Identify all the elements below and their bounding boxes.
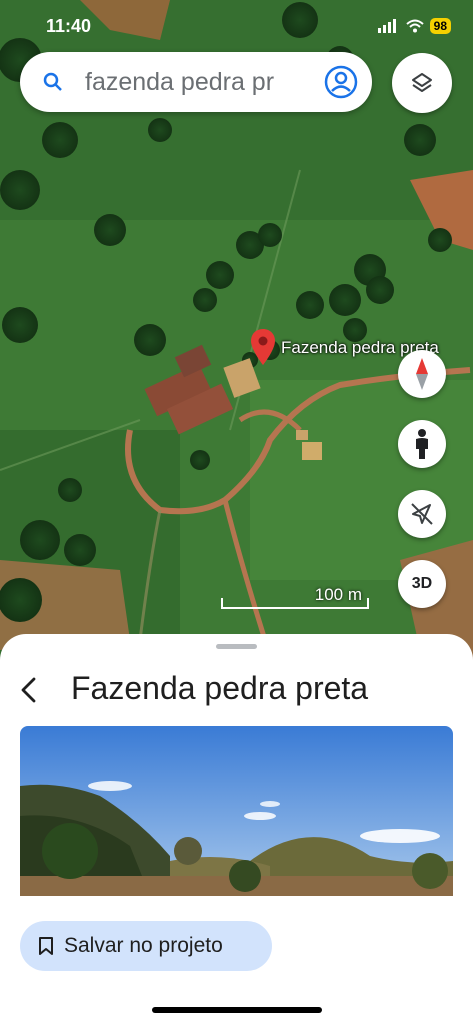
drag-handle[interactable] (216, 644, 257, 649)
signal-icon (377, 19, 396, 33)
status-time: 11:40 (46, 16, 92, 36)
landscape-image (20, 726, 453, 896)
search-bar[interactable]: fazenda pedra pr (20, 52, 372, 112)
map-scale: 100 m (220, 585, 370, 610)
street-view-button[interactable] (398, 420, 446, 468)
status-bar: 11:40 98 (0, 10, 473, 44)
scale-label: 100 m (314, 585, 362, 604)
3d-toggle-button[interactable]: 3D (398, 560, 446, 608)
place-title: Fazenda pedra preta (71, 670, 369, 706)
bookmark-icon (39, 937, 53, 955)
pegman-icon (416, 429, 428, 459)
navigation-off-button[interactable] (398, 490, 446, 538)
place-details-sheet[interactable]: Fazenda pedra preta Salvar no projeto (0, 634, 473, 1024)
wifi-icon (405, 19, 424, 33)
location-pin-icon[interactable] (250, 328, 276, 368)
compass-button[interactable] (398, 350, 446, 398)
account-icon[interactable] (324, 65, 358, 99)
save-to-project-label: Salvar no projeto (64, 934, 223, 957)
compass-icon (416, 358, 428, 390)
layers-icon (412, 73, 432, 92)
navigation-off-icon (411, 503, 433, 525)
place-photo[interactable] (20, 726, 453, 896)
save-to-project-button[interactable]: Salvar no projeto (20, 921, 272, 971)
home-indicator[interactable] (152, 1007, 322, 1013)
search-icon (43, 72, 62, 91)
back-arrow-icon[interactable] (16, 674, 44, 706)
layers-button[interactable] (392, 53, 452, 113)
battery-indicator: 98 (429, 18, 451, 34)
search-input[interactable]: fazenda pedra pr (85, 68, 325, 97)
status-icons: 98 (377, 18, 451, 34)
